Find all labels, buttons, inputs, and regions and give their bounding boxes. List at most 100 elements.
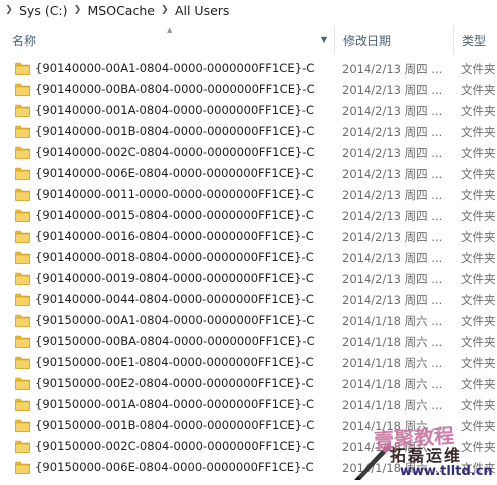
file-name: {90140000-0044-0804-0000-0000000FF1CE}-C	[35, 292, 314, 306]
file-type: 文件夹	[461, 230, 496, 244]
chevron-right-icon[interactable]: ❯	[0, 5, 18, 15]
file-modified-date: 2014/2/13 周四 ...	[342, 272, 443, 286]
file-row[interactable]: {90150000-00E1-0804-0000-0000000FF1CE}-C…	[0, 352, 497, 373]
folder-icon	[15, 356, 30, 369]
file-row[interactable]: {90150000-00A1-0804-0000-0000000FF1CE}-C…	[0, 310, 497, 331]
file-row[interactable]: {90140000-0015-0804-0000-0000000FF1CE}-C…	[0, 205, 497, 226]
breadcrumb-item-all-users[interactable]: All Users	[174, 3, 230, 18]
file-name: {90150000-00E2-0804-0000-0000000FF1CE}-C	[35, 376, 314, 390]
file-modified-date: 2014/2/13 周四 ...	[342, 167, 443, 181]
folder-icon	[15, 104, 30, 117]
file-list: {90140000-00A1-0804-0000-0000000FF1CE}-C…	[0, 58, 497, 478]
file-row[interactable]: {90140000-002C-0804-0000-0000000FF1CE}-C…	[0, 142, 497, 163]
file-type: 文件夹	[461, 272, 496, 286]
breadcrumb-item-msocache[interactable]: MSOCache	[87, 3, 156, 18]
folder-icon	[15, 293, 30, 306]
folder-icon	[15, 62, 30, 75]
file-name: {90150000-00BA-0804-0000-0000000FF1CE}-C	[35, 334, 315, 348]
file-row[interactable]: {90150000-00E2-0804-0000-0000000FF1CE}-C…	[0, 373, 497, 394]
file-modified-date: 2014/1/18 周六 ...	[342, 398, 443, 412]
column-header-bar: 名称 修改日期 类型	[0, 26, 497, 54]
file-modified-date: 2014/2/13 周四 ...	[342, 125, 443, 139]
file-name: {90150000-001B-0804-0000-0000000FF1CE}-C	[35, 418, 315, 432]
breadcrumb: ❯ Sys (C:) ❯ MSOCache ❯ All Users	[0, 0, 497, 21]
folder-icon	[15, 440, 30, 453]
file-name: {90140000-00A1-0804-0000-0000000FF1CE}-C	[35, 61, 315, 75]
folder-icon	[15, 125, 30, 138]
file-type: 文件夹	[461, 314, 496, 328]
chevron-down-icon[interactable]: ▼	[321, 36, 327, 44]
file-type: 文件夹	[461, 377, 496, 391]
file-type: 文件夹	[461, 188, 496, 202]
folder-icon	[15, 209, 30, 222]
file-type: 文件夹	[461, 293, 496, 307]
file-row[interactable]: {90140000-001B-0804-0000-0000000FF1CE}-C…	[0, 121, 497, 142]
file-modified-date: 2014/2/13 周四 ...	[342, 209, 443, 223]
file-row[interactable]: {90150000-001B-0804-0000-0000000FF1CE}-C…	[0, 415, 497, 436]
file-name: {90140000-0011-0000-0000-0000000FF1CE}-C	[35, 187, 314, 201]
column-header-type[interactable]: 类型	[453, 26, 497, 54]
file-name: {90140000-0018-0804-0000-0000000FF1CE}-C	[35, 250, 314, 264]
folder-icon	[15, 251, 30, 264]
file-row[interactable]: {90140000-00BA-0804-0000-0000000FF1CE}-C…	[0, 79, 497, 100]
file-type: 文件夹	[461, 104, 496, 118]
chevron-right-icon[interactable]: ❯	[156, 5, 174, 15]
file-modified-date: 2014/2/13 周四 ...	[342, 146, 443, 160]
file-row[interactable]: {90150000-00BA-0804-0000-0000000FF1CE}-C…	[0, 331, 497, 352]
folder-icon	[15, 335, 30, 348]
file-modified-date: 2014/1/18 周六 ...	[342, 419, 443, 433]
file-modified-date: 2014/2/13 周四 ...	[342, 230, 443, 244]
file-name: {90140000-00BA-0804-0000-0000000FF1CE}-C	[35, 82, 315, 96]
file-type: 文件夹	[461, 461, 496, 475]
file-type: 文件夹	[461, 62, 496, 76]
folder-icon	[15, 230, 30, 243]
file-modified-date: 2014/2/13 周四 ...	[342, 293, 443, 307]
file-modified-date: 2014/1/18 周六 ...	[342, 314, 443, 328]
file-row[interactable]: {90150000-002C-0804-0000-0000000FF1CE}-C…	[0, 436, 497, 457]
file-type: 文件夹	[461, 398, 496, 412]
file-type: 文件夹	[461, 419, 496, 433]
file-name: {90150000-001A-0804-0000-0000000FF1CE}-C	[35, 397, 315, 411]
file-type: 文件夹	[461, 167, 496, 181]
file-name: {90140000-002C-0804-0000-0000000FF1CE}-C	[35, 145, 315, 159]
file-type: 文件夹	[461, 83, 496, 97]
file-row[interactable]: {90140000-0016-0804-0000-0000000FF1CE}-C…	[0, 226, 497, 247]
file-modified-date: 2014/1/18 周六 ...	[342, 377, 443, 391]
file-row[interactable]: {90140000-0018-0804-0000-0000000FF1CE}-C…	[0, 247, 497, 268]
folder-icon	[15, 83, 30, 96]
file-type: 文件夹	[461, 146, 496, 160]
folder-icon	[15, 188, 30, 201]
file-modified-date: 2014/1/18 周六 ...	[342, 335, 443, 349]
file-modified-date: 2014/2/13 周四 ...	[342, 188, 443, 202]
file-row[interactable]: {90140000-0044-0804-0000-0000000FF1CE}-C…	[0, 289, 497, 310]
breadcrumb-item-drive[interactable]: Sys (C:)	[18, 3, 69, 18]
chevron-right-icon[interactable]: ❯	[69, 5, 87, 15]
file-row[interactable]: {90150000-001A-0804-0000-0000000FF1CE}-C…	[0, 394, 497, 415]
sort-up-icon: ▲	[167, 26, 173, 34]
file-type: 文件夹	[461, 356, 496, 370]
file-row[interactable]: {90150000-006E-0804-0000-0000000FF1CE}-C…	[0, 457, 497, 478]
file-name: {90140000-0015-0804-0000-0000000FF1CE}-C	[35, 208, 314, 222]
folder-icon	[15, 167, 30, 180]
file-type: 文件夹	[461, 125, 496, 139]
folder-icon	[15, 377, 30, 390]
folder-icon	[15, 314, 30, 327]
folder-icon	[15, 461, 30, 474]
file-row[interactable]: {90140000-001A-0804-0000-0000000FF1CE}-C…	[0, 100, 497, 121]
file-row[interactable]: {90140000-0011-0000-0000-0000000FF1CE}-C…	[0, 184, 497, 205]
folder-icon	[15, 272, 30, 285]
file-modified-date: 2014/1/18 周六 ...	[342, 356, 443, 370]
file-row[interactable]: {90140000-006E-0804-0000-0000000FF1CE}-C…	[0, 163, 497, 184]
file-row[interactable]: {90140000-00A1-0804-0000-0000000FF1CE}-C…	[0, 58, 497, 79]
file-name: {90140000-0016-0804-0000-0000000FF1CE}-C	[35, 229, 314, 243]
file-modified-date: 2014/2/13 周四 ...	[342, 251, 443, 265]
column-header-date[interactable]: 修改日期	[334, 26, 452, 54]
file-modified-date: 2014/2/13 周四 ...	[342, 104, 443, 118]
file-name: {90140000-006E-0804-0000-0000000FF1CE}-C	[35, 166, 314, 180]
file-name: {90150000-00E1-0804-0000-0000000FF1CE}-C	[35, 355, 314, 369]
file-modified-date: 2014/2/13 周四 ...	[342, 62, 443, 76]
file-type: 文件夹	[461, 251, 496, 265]
file-modified-date: 2014/1/18 周六 ...	[342, 440, 443, 454]
file-row[interactable]: {90140000-0019-0804-0000-0000000FF1CE}-C…	[0, 268, 497, 289]
file-name: {90140000-0019-0804-0000-0000000FF1CE}-C	[35, 271, 314, 285]
